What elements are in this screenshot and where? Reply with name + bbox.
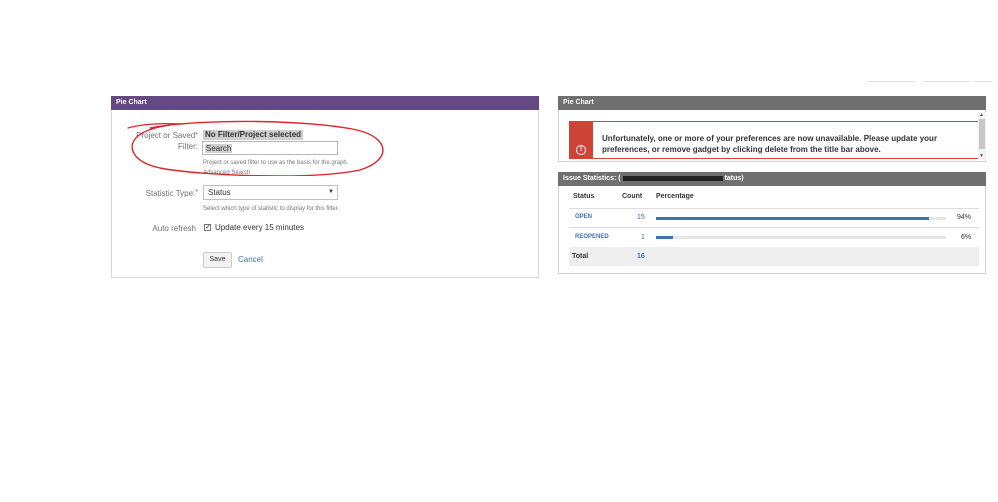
scroll-down-icon[interactable]: ▼ [979,153,984,159]
percentage-bar [656,217,946,220]
issue-statistics-gadget: Issue Statistics: ( tatus) Status Count P… [558,172,986,274]
gadget-title-prefix: Issue Statistics: ( [563,175,621,182]
statistic-type-label: Statistic Type:* [122,189,198,198]
column-header-percentage: Percentage [656,193,694,200]
scroll-up-icon[interactable]: ▲ [979,112,984,118]
total-row: Total 16 [569,247,979,266]
scrollbar-thumb[interactable] [979,119,985,149]
header-divider [569,208,979,209]
redacted-text [622,175,723,181]
statistic-type-label-text: Statistic Type: [145,189,196,198]
gadget-title[interactable]: Pie Chart [558,96,986,110]
total-label: Total [572,253,589,260]
pie-chart-config-gadget: Pie Chart Project or Saved* Filter: No F… [111,96,539,278]
error-message: Unfortunately, one or more of your prefe… [602,134,938,154]
statistic-help-text: Select which type of statistic to displa… [203,206,340,212]
statistic-type-value: Status [208,188,231,197]
toolbar-divider [866,81,916,82]
error-icon: ! [576,145,586,155]
error-strip: ! [570,122,593,158]
error-message-box: ! Unfortunately, one or more of your pre… [569,121,979,159]
dashboard-canvas: Pie Chart Project or Saved* Filter: No F… [0,0,998,502]
toolbar-divider [975,81,993,82]
gadget-title-suffix: tatus) [724,175,744,182]
percentage-value: 94% [957,214,972,221]
gadget-title[interactable]: Issue Statistics: ( tatus) [558,172,986,186]
statistic-type-select[interactable]: Status ▼ [203,185,338,200]
percentage-bar [656,236,946,239]
column-header-status[interactable]: Status [573,193,594,200]
percentage-bar-fill [656,217,929,220]
percentage-value: 6% [961,234,972,241]
auto-refresh-label: Auto refresh [152,224,196,233]
auto-refresh-checkbox[interactable]: ✓ [204,224,211,231]
count-link[interactable]: 1 [641,234,645,241]
gadget-title[interactable]: Pie Chart [111,96,539,110]
count-link[interactable]: 15 [637,214,645,221]
percentage-bar-fill [656,236,674,239]
auto-refresh-text: Update every 15 minutes [215,223,304,232]
row-divider [569,227,979,228]
required-marker: * [195,189,198,196]
cancel-link[interactable]: Cancel [238,255,263,264]
annotation-circle [127,120,384,176]
pie-chart-error-gadget: Pie Chart ! Unfortunately, one or more o… [558,96,986,162]
column-header-count[interactable]: Count [622,193,642,200]
status-link[interactable]: OPEN [575,214,592,220]
toolbar-divider [922,81,970,82]
total-count-link[interactable]: 16 [637,253,645,260]
chevron-down-icon: ▼ [328,189,334,195]
save-button[interactable]: Save [203,252,232,268]
status-link[interactable]: REOPENED [575,234,609,240]
